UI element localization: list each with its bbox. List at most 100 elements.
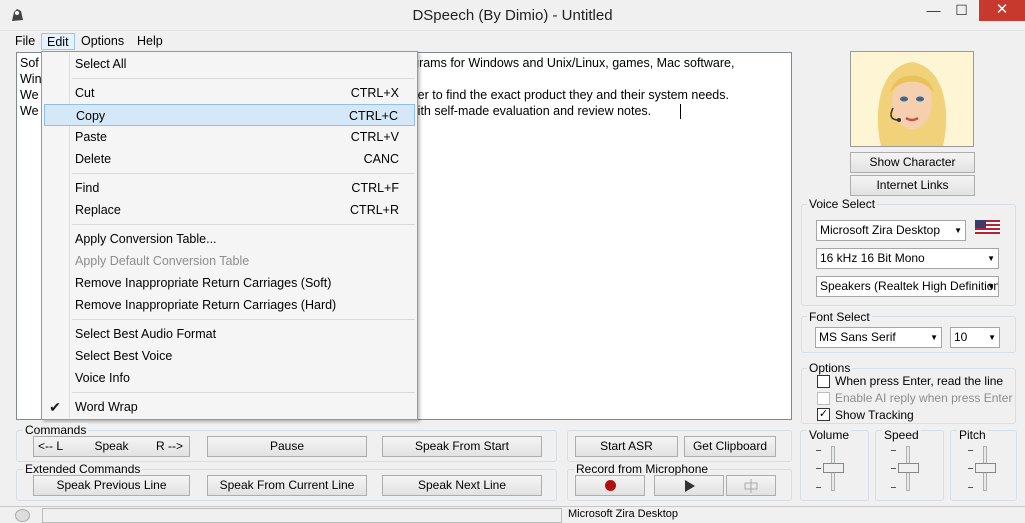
menu-shortcut: CANC xyxy=(363,152,399,166)
menu-item-remove-hard[interactable]: Remove Inappropriate Return Carriages (H… xyxy=(44,294,415,316)
volume-label: Volume xyxy=(807,428,852,442)
start-asr-button[interactable]: Start ASR xyxy=(575,436,678,457)
menu-item-label: Apply Default Conversion Table xyxy=(75,254,250,268)
menu-item-label: Apply Conversion Table... xyxy=(75,232,217,246)
get-clipboard-button[interactable]: Get Clipboard xyxy=(684,436,776,457)
menu-item-label: Copy xyxy=(76,109,106,123)
voice-combo-value: Microsoft Zira Desktop xyxy=(820,223,941,237)
menu-separator xyxy=(72,392,415,393)
editor-line: rograms for Windows and Unix/Linux, game… xyxy=(401,56,735,70)
status-indicator-icon xyxy=(15,509,30,522)
speak-button[interactable]: <-- L Speak R --> xyxy=(33,436,190,457)
slider-tick xyxy=(968,450,973,451)
font-combo[interactable]: MS Sans Serif ▼ xyxy=(815,327,942,348)
speak-previous-line-button[interactable]: Speak Previous Line xyxy=(33,475,190,496)
menu-item-label: Remove Inappropriate Return Carriages (H… xyxy=(75,298,337,312)
menu-shortcut: CTRL+F xyxy=(351,181,399,195)
voice-combo[interactable]: Microsoft Zira Desktop ▼ xyxy=(816,220,966,241)
menu-edit[interactable]: Edit xyxy=(41,33,75,50)
us-flag-icon xyxy=(975,220,1000,234)
menu-item-replace[interactable]: Replace CTRL+R xyxy=(44,199,415,221)
extended-commands-label: Extended Commands xyxy=(23,462,143,476)
menu-options[interactable]: Options xyxy=(76,33,129,50)
chevron-down-icon: ▼ xyxy=(988,333,996,342)
menu-item-find[interactable]: Find CTRL+F xyxy=(44,177,415,199)
menu-separator xyxy=(72,319,415,320)
minimize-button[interactable]: — xyxy=(920,0,947,21)
editor-line: Sof xyxy=(20,56,39,70)
menu-item-label: Delete xyxy=(75,152,112,166)
speak-from-current-line-button[interactable]: Speak From Current Line xyxy=(207,475,367,496)
menu-item-select-all[interactable]: Select All xyxy=(44,53,415,75)
stop-button xyxy=(726,475,776,496)
close-button[interactable]: ✕ xyxy=(979,0,1025,21)
show-tracking-checkbox[interactable]: ✓ xyxy=(817,408,830,421)
menu-item-label: Select Best Voice xyxy=(75,349,173,363)
slider-tick xyxy=(968,468,973,469)
menu-shortcut: CTRL+X xyxy=(350,86,399,100)
menu-item-word-wrap[interactable]: Word Wrap xyxy=(44,396,415,418)
editor-line: We xyxy=(20,88,39,102)
menu-item-voice-info[interactable]: Voice Info xyxy=(44,367,415,389)
next-label: R --> xyxy=(156,439,183,453)
menu-separator xyxy=(72,78,415,79)
edit-menu-dropdown: Select All Cut CTRL+X Copy CTRL+C Paste CTR… xyxy=(41,51,418,420)
record-icon xyxy=(604,480,616,491)
enter-read-line-checkbox[interactable] xyxy=(817,375,830,388)
menu-item-apply-conversion[interactable]: Apply Conversion Table... xyxy=(44,228,415,250)
previous-label: <-- L xyxy=(38,439,64,453)
menu-item-label: Remove Inappropriate Return Carriages (S… xyxy=(75,276,332,290)
pitch-slider-thumb[interactable] xyxy=(975,463,996,473)
slider-tick xyxy=(968,487,973,488)
record-label: Record from Microphone xyxy=(574,462,711,476)
menu-file[interactable]: File xyxy=(10,33,40,50)
menu-item-best-voice[interactable]: Select Best Voice xyxy=(44,345,415,367)
menu-item-paste[interactable]: Paste CTRL+V xyxy=(44,126,415,148)
menu-item-label: Select Best Audio Format xyxy=(75,327,217,341)
internet-links-button[interactable]: Internet Links xyxy=(850,175,975,196)
character-portrait[interactable] xyxy=(850,51,974,147)
speed-label: Speed xyxy=(882,428,921,442)
menu-item-label: Word Wrap xyxy=(75,400,138,414)
options-label: Options xyxy=(807,361,853,375)
enable-ai-reply-checkbox xyxy=(817,392,830,405)
play-icon xyxy=(685,480,695,492)
audio-format-value: 16 kHz 16 Bit Mono xyxy=(820,251,925,265)
pitch-label: Pitch xyxy=(957,428,988,442)
volume-slider-thumb[interactable] xyxy=(823,463,844,473)
speed-slider-thumb[interactable] xyxy=(898,463,919,473)
menu-item-delete[interactable]: Delete CANC xyxy=(44,148,415,170)
window-title: DSpeech (By Dimio) - Untitled xyxy=(412,7,613,24)
menu-item-label: Voice Info xyxy=(75,371,130,385)
slider-tick xyxy=(891,450,896,451)
chevron-down-icon: ▼ xyxy=(954,226,962,235)
menu-help[interactable]: Help xyxy=(132,33,168,50)
speak-next-line-button[interactable]: Speak Next Line xyxy=(382,475,542,496)
play-button[interactable] xyxy=(654,475,724,496)
voice-select-label: Voice Select xyxy=(807,197,878,211)
menu-item-label: Find xyxy=(75,181,100,195)
speak-from-start-button[interactable]: Speak From Start xyxy=(382,436,542,457)
disabled-stop-icon xyxy=(744,479,758,493)
text-cursor xyxy=(680,104,681,119)
menu-item-best-audio[interactable]: Select Best Audio Format xyxy=(44,323,415,345)
audio-format-combo[interactable]: 16 kHz 16 Bit Mono ▼ xyxy=(816,248,999,269)
menu-item-remove-soft[interactable]: Remove Inappropriate Return Carriages (S… xyxy=(44,272,415,294)
status-bar: Microsoft Zira Desktop xyxy=(0,506,1025,523)
menu-item-label: Select All xyxy=(75,57,127,71)
show-character-button[interactable]: Show Character xyxy=(850,152,975,173)
menu-separator xyxy=(72,224,415,225)
menu-item-cut[interactable]: Cut CTRL+X xyxy=(44,82,415,104)
character-image xyxy=(877,62,947,146)
menu-item-copy[interactable]: Copy CTRL+C xyxy=(44,104,415,126)
pause-button[interactable]: Pause xyxy=(207,436,367,457)
record-button[interactable] xyxy=(575,475,645,496)
font-size-combo[interactable]: 10 ▼ xyxy=(950,327,1000,348)
font-select-label: Font Select xyxy=(807,310,872,324)
maximize-button[interactable]: ☐ xyxy=(948,0,975,21)
chevron-down-icon: ▼ xyxy=(987,282,995,291)
show-tracking-label: Show Tracking xyxy=(835,408,914,422)
slider-tick xyxy=(891,468,896,469)
menu-item-label: Paste xyxy=(75,130,107,144)
output-device-combo[interactable]: Speakers (Realtek High Definition A ▼ xyxy=(816,276,999,297)
